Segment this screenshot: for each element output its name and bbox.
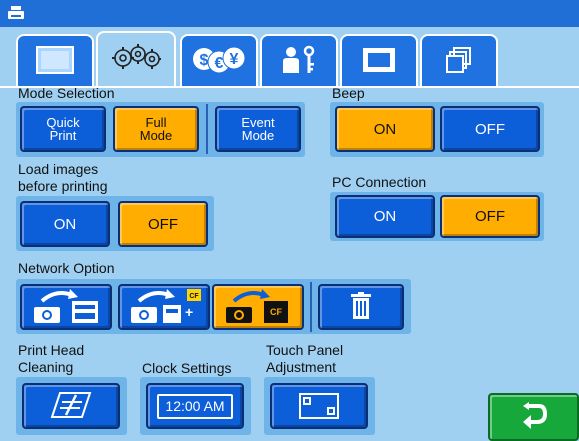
clock-settings-label: Clock Settings (142, 360, 232, 376)
currency-icon: $ € ¥ (192, 45, 246, 80)
tab-currency[interactable]: $ € ¥ (180, 34, 258, 88)
network-option-label: Network Option (18, 260, 115, 276)
load-images-on-label: ON (53, 215, 77, 233)
person-key-icon (279, 45, 319, 80)
pc-connection-off-label: OFF (475, 208, 505, 225)
mode-divider (206, 104, 208, 154)
blank-screen-icon (35, 45, 75, 80)
camera-to-cf-printer-button[interactable]: + CF (118, 284, 210, 330)
trash-button[interactable] (318, 284, 404, 330)
print-head-cleaning-label: Print Head Cleaning (18, 342, 85, 375)
tab-settings[interactable] (96, 31, 176, 88)
trash-icon (350, 291, 372, 323)
load-images-label: Load images before printing (18, 161, 108, 194)
svg-text:CF: CF (189, 293, 199, 300)
print-head-cleaning-icon (50, 391, 92, 422)
frame-icon (361, 46, 397, 79)
beep-off-label: OFF (475, 120, 505, 138)
load-images-on-button[interactable]: ON (20, 201, 110, 247)
beep-on-label: ON (373, 120, 397, 138)
back-button[interactable] (488, 393, 579, 441)
quick-print-label: Quick Print (46, 115, 80, 143)
touch-calibration-icon (299, 393, 339, 419)
tab-security[interactable] (260, 34, 338, 88)
pc-connection-on-button[interactable]: ON (335, 195, 435, 238)
printer-status-icon (8, 6, 24, 25)
quick-print-button[interactable]: Quick Print (20, 106, 106, 152)
load-images-off-label: OFF (148, 215, 178, 233)
tab-display[interactable] (16, 34, 94, 88)
print-head-cleaning-button[interactable] (22, 383, 120, 429)
beep-off-button[interactable]: OFF (440, 106, 540, 152)
mode-selection-label: Mode Selection (18, 85, 115, 101)
full-mode-button[interactable]: Full Mode (113, 106, 199, 152)
beep-on-button[interactable]: ON (335, 106, 435, 152)
full-mode-label: Full Mode (139, 115, 173, 143)
tab-layers[interactable] (420, 34, 498, 88)
camera-to-cf-button[interactable]: CF (212, 284, 304, 330)
tab-frame[interactable] (340, 34, 418, 88)
touch-panel-label: Touch Panel Adjustment (266, 342, 344, 375)
camera-to-cf-printer-icon: + CF (125, 287, 203, 328)
clock-time-display: 12:00 AM (157, 393, 233, 419)
svg-text:CF: CF (270, 307, 282, 317)
load-images-off-button[interactable]: OFF (118, 201, 208, 247)
camera-to-cf-icon: CF (220, 287, 296, 328)
svg-text:€: € (215, 55, 224, 72)
clock-settings-button[interactable]: 12:00 AM (146, 383, 244, 429)
svg-text:¥: ¥ (230, 51, 239, 68)
top-bar (0, 0, 579, 27)
svg-text:$: $ (200, 52, 209, 69)
gears-icon (110, 42, 162, 77)
pc-connection-on-label: ON (373, 208, 397, 225)
svg-text:+: + (185, 304, 193, 320)
pc-connection-off-button[interactable]: OFF (440, 195, 540, 238)
camera-to-printer-icon (28, 287, 104, 328)
layers-icon (444, 45, 474, 80)
event-mode-button[interactable]: Event Mode (215, 106, 301, 152)
pc-connection-label: PC Connection (332, 174, 427, 190)
network-divider (310, 282, 312, 332)
beep-label: Beep (332, 85, 365, 101)
camera-to-printer-button[interactable] (20, 284, 112, 330)
event-mode-label: Event Mode (241, 115, 275, 143)
return-arrow-icon (519, 400, 549, 435)
touch-panel-adjustment-button[interactable] (270, 383, 368, 429)
